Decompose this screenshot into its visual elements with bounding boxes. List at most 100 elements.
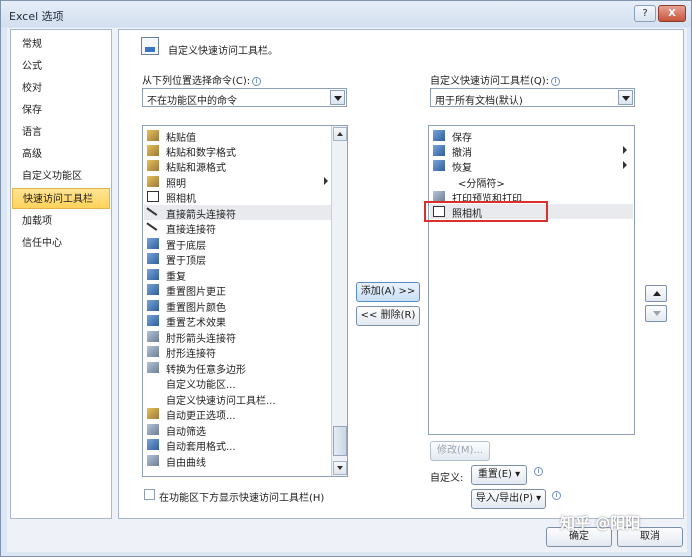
chevron-right-icon: [623, 161, 627, 169]
autocorrect-icon: [147, 408, 159, 419]
list-item[interactable]: 自定义快速访问工具栏...: [144, 391, 334, 407]
toolbar-target-value: 用于所有文档(默认): [435, 96, 523, 107]
nav-item-general[interactable]: 常规: [12, 34, 110, 55]
close-button[interactable]: X: [658, 5, 686, 22]
customize-toolbar-label-text: 自定义快速访问工具栏(Q):: [430, 76, 550, 87]
elbow-connector-icon: [147, 346, 159, 357]
repeat-icon: [147, 269, 159, 280]
info-icon: i: [534, 467, 543, 476]
modify-button[interactable]: 修改(M)...: [430, 441, 490, 461]
import-export-button[interactable]: 导入/导出(P) ▾: [471, 489, 546, 509]
list-item[interactable]: 粘贴值: [144, 128, 334, 144]
move-down-button[interactable]: [645, 305, 667, 322]
choose-commands-label: 从下列位置选择命令(C): i: [142, 72, 262, 87]
chevron-down-icon[interactable]: [618, 90, 633, 105]
picture-icon: [147, 300, 159, 311]
freeform-icon: [147, 362, 159, 373]
quick-access-toolbar-icon: [141, 37, 159, 55]
undo-icon: [433, 145, 445, 156]
watermark-text: 知乎 @阳阳: [560, 514, 641, 532]
chevron-right-icon: [324, 177, 328, 185]
list-item[interactable]: 保存: [430, 128, 633, 144]
show-below-ribbon-checkbox[interactable]: [144, 489, 155, 500]
list-item[interactable]: 转换为任意多边形: [144, 360, 334, 376]
line-connector-icon: [146, 219, 160, 231]
annotation-highlight-box: [424, 201, 548, 222]
add-button[interactable]: 添加(A) >>: [356, 282, 420, 302]
list-item[interactable]: <分隔符>: [430, 174, 633, 190]
info-icon: i: [552, 491, 561, 500]
list-item[interactable]: 自动更正选项...: [144, 406, 334, 422]
list-item[interactable]: 肘形箭头连接符: [144, 329, 334, 345]
toolbar-commands-list[interactable]: 保存 撤消 恢复 <分隔符> 打印预览和打印 照相机: [428, 125, 635, 435]
customize-toolbar-label: 自定义快速访问工具栏(Q): i: [430, 72, 561, 87]
reset-button[interactable]: 重置(E) ▾: [471, 465, 527, 485]
nav-item-formulas[interactable]: 公式: [12, 56, 110, 77]
list-item[interactable]: 置于顶层: [144, 251, 334, 267]
list-item[interactable]: 重复: [144, 267, 334, 283]
list-item[interactable]: 粘贴和源格式: [144, 158, 334, 174]
filter-icon: [147, 424, 159, 435]
chevron-down-icon[interactable]: [330, 90, 345, 105]
bring-front-icon: [147, 253, 159, 264]
elbow-connector-icon: [147, 331, 159, 342]
window-title: Excel 选项: [9, 10, 64, 23]
redo-icon: [433, 160, 445, 171]
title-bar[interactable]: Excel 选项 ? X: [1, 1, 691, 27]
nav-item-advanced[interactable]: 高级: [12, 144, 110, 165]
show-below-ribbon-label: 在功能区下方显示快速访问工具栏(H): [159, 493, 325, 504]
list-item[interactable]: 重置图片颜色: [144, 298, 334, 314]
camera-icon: [147, 191, 159, 202]
autoformat-icon: [147, 439, 159, 450]
list-item[interactable]: 肘形连接符: [144, 344, 334, 360]
choose-commands-label-text: 从下列位置选择命令(C):: [142, 76, 251, 87]
scroll-down-icon[interactable]: [333, 461, 347, 475]
list-item[interactable]: 重置艺术效果: [144, 313, 334, 329]
lighting-icon: [147, 176, 159, 187]
move-up-button[interactable]: [645, 285, 667, 302]
send-back-icon: [147, 238, 159, 249]
commands-scrollbar[interactable]: [331, 126, 347, 476]
list-item[interactable]: 撤消: [430, 143, 633, 159]
help-button[interactable]: ?: [634, 5, 656, 22]
picture-icon: [147, 284, 159, 295]
toolbar-target-dropdown[interactable]: 用于所有文档(默认): [430, 88, 635, 107]
curve-icon: [147, 455, 159, 466]
nav-item-language[interactable]: 语言: [12, 122, 110, 143]
command-source-dropdown[interactable]: 不在功能区中的命令: [142, 88, 347, 107]
list-item[interactable]: 自定义功能区...: [144, 375, 334, 391]
picture-icon: [147, 315, 159, 326]
list-item[interactable]: 自由曲线: [144, 453, 334, 469]
arrow-connector-icon: [146, 204, 160, 216]
paste-icon: [147, 130, 159, 141]
nav-item-customize-ribbon[interactable]: 自定义功能区: [12, 166, 110, 187]
command-source-value: 不在功能区中的命令: [147, 96, 237, 107]
chevron-right-icon: [623, 146, 627, 154]
remove-button[interactable]: << 删除(R): [356, 306, 420, 326]
customize-label: 自定义:: [430, 473, 464, 484]
list-item[interactable]: 直接连接符: [144, 219, 334, 236]
scroll-up-icon[interactable]: [333, 127, 347, 141]
page-title: 自定义快速访问工具栏。: [168, 46, 278, 57]
info-icon: i: [551, 77, 561, 86]
list-item-selected[interactable]: 直接箭头连接符: [144, 204, 334, 221]
list-item[interactable]: 恢复: [430, 158, 633, 174]
list-item[interactable]: 照相机: [144, 189, 334, 205]
available-commands-list[interactable]: 粘贴值 粘贴和数字格式 粘贴和源格式 照明 照相机 直接箭头连接符 直接连接符 …: [142, 125, 348, 477]
list-item[interactable]: 自动筛选: [144, 422, 334, 438]
scroll-thumb[interactable]: [333, 426, 347, 456]
nav-item-proofing[interactable]: 校对: [12, 78, 110, 99]
nav-item-save[interactable]: 保存: [12, 100, 110, 121]
nav-item-add-ins[interactable]: 加载项: [12, 211, 110, 232]
nav-item-trust-center[interactable]: 信任中心: [12, 233, 110, 254]
nav-item-quick-access-toolbar[interactable]: 快速访问工具栏: [12, 188, 110, 209]
list-item[interactable]: 粘贴和数字格式: [144, 143, 334, 159]
list-item[interactable]: 照明: [144, 174, 334, 190]
list-item[interactable]: 自动套用格式...: [144, 437, 334, 453]
list-item[interactable]: 重置图片更正: [144, 282, 334, 298]
list-item[interactable]: 置于底层: [144, 236, 334, 252]
info-icon: i: [252, 77, 262, 86]
category-nav: 常规 公式 校对 保存 语言 高级 自定义功能区 快速访问工具栏 加载项 信任中…: [10, 29, 112, 519]
save-icon: [433, 130, 445, 141]
paste-icon: [147, 145, 159, 156]
